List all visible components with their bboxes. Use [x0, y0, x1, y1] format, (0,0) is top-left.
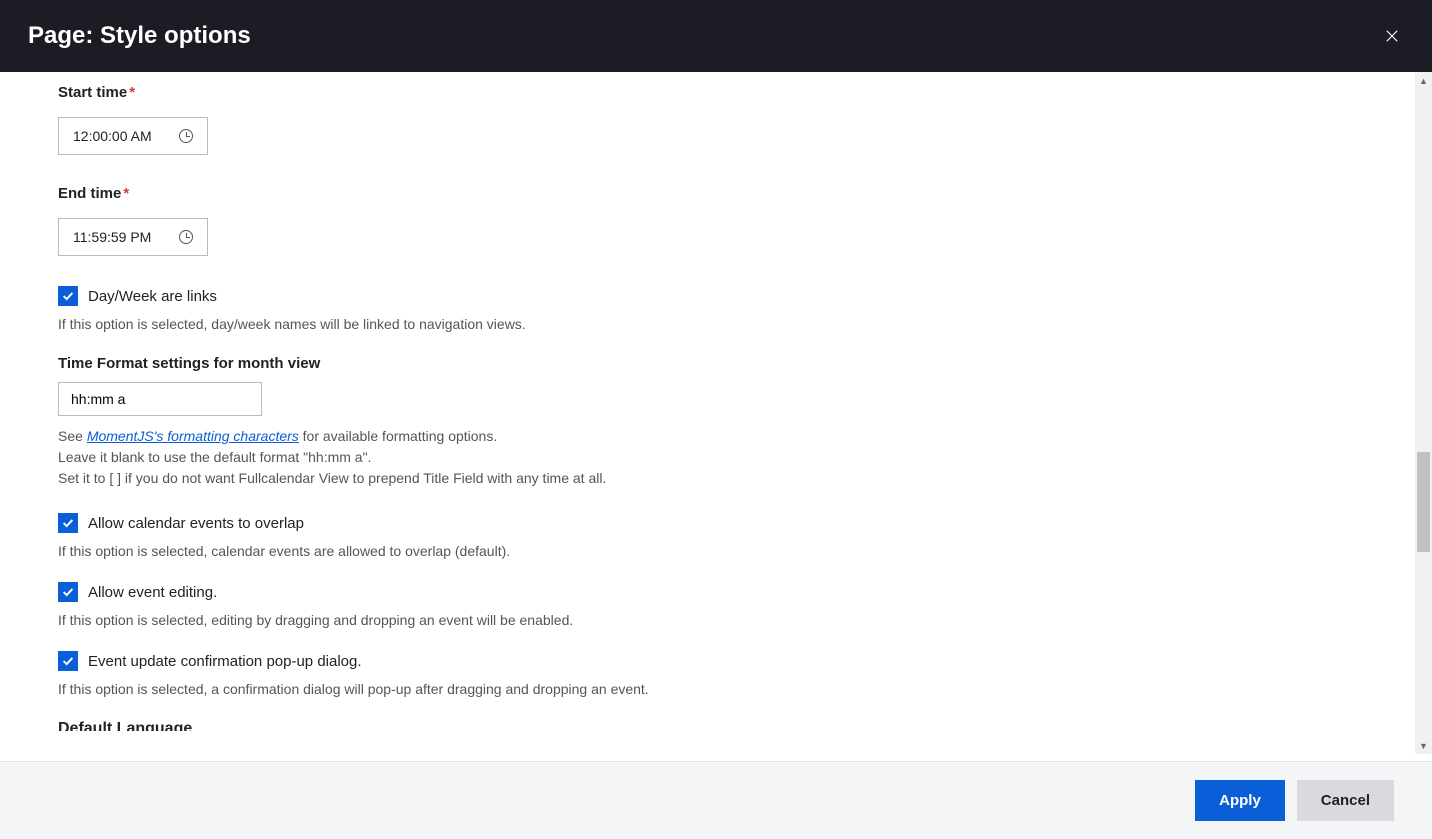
modal-title: Page: Style options [28, 22, 251, 50]
close-icon [1383, 27, 1401, 45]
scroll-up-arrow[interactable]: ▲ [1415, 72, 1432, 89]
allow-overlap-help: If this option is selected, calendar eve… [58, 541, 1332, 562]
scroll-thumb[interactable] [1417, 452, 1430, 552]
allow-overlap-checkbox[interactable] [58, 513, 78, 533]
close-button[interactable] [1380, 24, 1404, 48]
confirm-popup-row: Event update confirmation pop-up dialog. [58, 651, 1332, 671]
check-icon [61, 516, 75, 530]
end-time-label: End time* [58, 185, 1332, 202]
cancel-button[interactable]: Cancel [1297, 780, 1394, 821]
modal-footer: Apply Cancel [0, 761, 1432, 839]
end-time-input[interactable]: 11:59:59 PM [58, 218, 208, 256]
time-format-input[interactable] [58, 382, 262, 416]
clock-icon [179, 230, 193, 244]
allow-editing-checkbox[interactable] [58, 582, 78, 602]
confirm-popup-help: If this option is selected, a confirmati… [58, 679, 1332, 700]
start-time-label: Start time* [58, 84, 1332, 101]
required-star: * [129, 84, 135, 101]
time-format-help: See MomentJS's formatting characters for… [58, 426, 1332, 489]
day-week-links-row: Day/Week are links [58, 286, 1332, 306]
default-language-label: Default Language [58, 720, 1332, 731]
confirm-popup-checkbox[interactable] [58, 651, 78, 671]
allow-editing-row: Allow event editing. [58, 582, 1332, 602]
scrollbar[interactable]: ▲ ▼ [1415, 72, 1432, 754]
modal-body[interactable]: Start time* 12:00:00 AM End time* 11:59:… [0, 72, 1432, 761]
check-icon [61, 654, 75, 668]
confirm-popup-label: Event update confirmation pop-up dialog. [88, 653, 362, 670]
start-time-input[interactable]: 12:00:00 AM [58, 117, 208, 155]
style-options-modal: Page: Style options Start time* 12:00:00… [0, 0, 1432, 839]
clock-icon [179, 129, 193, 143]
allow-editing-label: Allow event editing. [88, 584, 217, 601]
momentjs-link[interactable]: MomentJS's formatting characters [87, 428, 299, 444]
day-week-links-checkbox[interactable] [58, 286, 78, 306]
apply-button[interactable]: Apply [1195, 780, 1285, 821]
start-time-field: Start time* 12:00:00 AM [58, 84, 1332, 155]
allow-overlap-row: Allow calendar events to overlap [58, 513, 1332, 533]
end-time-field: End time* 11:59:59 PM [58, 185, 1332, 256]
allow-editing-help: If this option is selected, editing by d… [58, 610, 1332, 631]
scroll-down-arrow[interactable]: ▼ [1415, 737, 1432, 754]
modal-header: Page: Style options [0, 0, 1432, 72]
day-week-links-label: Day/Week are links [88, 288, 217, 305]
time-format-label: Time Format settings for month view [58, 355, 1332, 372]
check-icon [61, 289, 75, 303]
allow-overlap-label: Allow calendar events to overlap [88, 515, 304, 532]
required-star: * [123, 185, 129, 202]
check-icon [61, 585, 75, 599]
day-week-links-help: If this option is selected, day/week nam… [58, 314, 1332, 335]
